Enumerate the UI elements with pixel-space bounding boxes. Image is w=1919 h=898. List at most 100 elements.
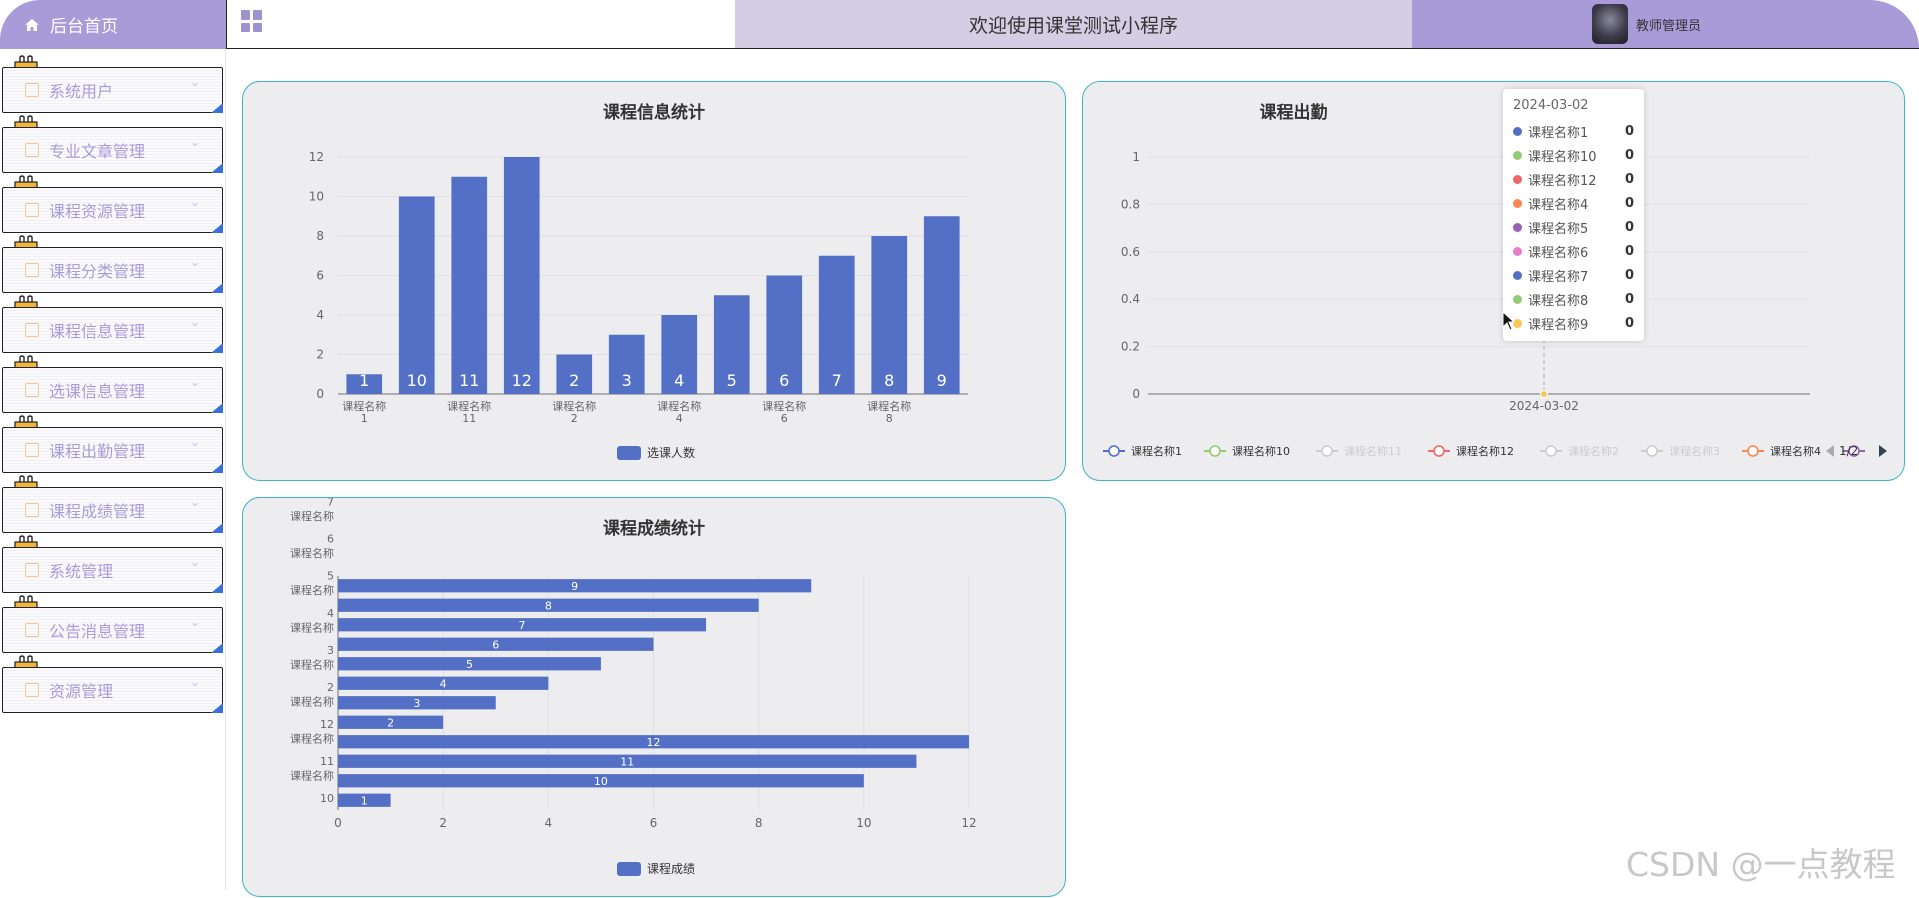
bar-data-label: 6 xyxy=(779,371,789,390)
x-tick-label: 0 xyxy=(334,816,342,830)
x-tick-label: 2024-03-02 xyxy=(1509,399,1579,413)
bar-data-label: 9 xyxy=(937,371,947,390)
tooltip-row: 课程名称8 0 xyxy=(1513,287,1634,311)
bar-data-label: 4 xyxy=(674,371,684,390)
chevron-down-icon: ⌄ xyxy=(189,495,200,509)
grid-menu-icon[interactable] xyxy=(241,10,263,32)
y-tick-label: 课程名称 xyxy=(290,546,334,560)
y-tick-label: 0.2 xyxy=(1121,340,1140,354)
home-label: 后台首页 xyxy=(50,17,118,37)
bar-data-label: 2 xyxy=(569,371,579,390)
bar-data-label: 4 xyxy=(440,677,447,690)
tooltip-series-name: 课程名称12 xyxy=(1528,173,1597,189)
svg-text:课程名称1: 课程名称1 xyxy=(1131,444,1182,458)
tooltip-row: 课程名称7 0 xyxy=(1513,263,1634,287)
chevron-down-icon: ⌄ xyxy=(189,75,200,89)
sidebar-item[interactable]: 专业文章管理 ⌄ xyxy=(2,127,223,173)
corner-fold xyxy=(211,403,223,413)
sidebar-item[interactable]: 课程分类管理 ⌄ xyxy=(2,247,223,293)
y-tick-label: 6 xyxy=(327,533,334,546)
home-icon xyxy=(25,18,39,31)
svg-text:课程名称12: 课程名称12 xyxy=(1456,444,1514,458)
legend-item: 课程名称10 xyxy=(1204,444,1290,458)
sidebar: 系统用户 ⌄ 专业文章管理 ⌄ 课程资源管理 ⌄ 课程分类管理 ⌄ 课程信息管理 ⌄ 选课信息管理 ⌄… xyxy=(0,49,226,890)
tooltip-row: 课程名称10 0 xyxy=(1513,143,1634,167)
sidebar-item[interactable]: 课程资源管理 ⌄ xyxy=(2,187,223,233)
sidebar-item-label: 公告消息管理 xyxy=(49,622,146,641)
sidebar-item-label: 系统用户 xyxy=(49,82,114,101)
x-tick-label-sub: 11 xyxy=(462,412,476,425)
sidebar-item-label: 课程资源管理 xyxy=(49,202,146,221)
tooltip-series-name: 课程名称7 xyxy=(1528,269,1589,285)
bar-data-label: 1 xyxy=(359,371,369,390)
x-tick-label-sub: 4 xyxy=(676,412,683,425)
chart-tooltip: 2024-03-02 课程名称1 0 课程名称10 0 课程名称12 0 课程名称4 0 课程名… xyxy=(1503,89,1644,341)
svg-text:课程名称10: 课程名称10 xyxy=(1232,444,1290,458)
x-tick-label: 课程名称 xyxy=(762,399,806,413)
shield-icon xyxy=(25,683,39,697)
y-tick-label: 11 xyxy=(320,755,334,768)
series-dot-icon xyxy=(1513,126,1522,136)
tooltip-date: 2024-03-02 xyxy=(1513,98,1589,113)
sidebar-item[interactable]: 选课信息管理 ⌄ xyxy=(2,367,223,413)
x-tick-label: 2 xyxy=(439,816,447,830)
legend-swatch xyxy=(617,446,641,460)
tooltip-series-value: 0 xyxy=(1624,171,1634,187)
chevron-down-icon: ⌄ xyxy=(189,555,200,569)
bar-data-label: 3 xyxy=(413,697,420,710)
sidebar-item[interactable]: 课程信息管理 ⌄ xyxy=(2,307,223,353)
bar-data-label: 7 xyxy=(519,619,526,632)
sidebar-item[interactable]: 课程出勤管理 ⌄ xyxy=(2,427,223,473)
sidebar-item[interactable]: 公告消息管理 ⌄ xyxy=(2,607,223,653)
sidebar-item[interactable]: 课程成绩管理 ⌄ xyxy=(2,487,223,533)
corner-fold xyxy=(211,223,223,233)
y-tick-label: 0.4 xyxy=(1121,292,1140,306)
svg-text:课程名称4: 课程名称4 xyxy=(1770,444,1821,458)
x-tick-label: 4 xyxy=(545,816,553,830)
tooltip-row: 课程名称1 0 xyxy=(1513,119,1634,143)
y-tick-label: 12 xyxy=(320,718,334,731)
corner-fold xyxy=(211,523,223,533)
y-tick-label: 2 xyxy=(327,681,334,694)
legend-swatch xyxy=(617,862,641,876)
bar-data-label: 9 xyxy=(571,580,578,593)
sidebar-item[interactable]: 系统管理 ⌄ xyxy=(2,547,223,593)
tooltip-series-value: 0 xyxy=(1624,195,1634,211)
y-tick-label: 课程名称 xyxy=(290,768,334,782)
legend-item: 课程名称2 xyxy=(1540,444,1619,458)
sidebar-item-label: 专业文章管理 xyxy=(49,142,146,161)
corner-fold xyxy=(211,463,223,473)
legend-next-icon xyxy=(1879,445,1887,457)
legend-item: 课程名称1 xyxy=(1103,444,1182,458)
y-tick-label: 0 xyxy=(1132,387,1140,401)
watermark: CSDN @一点教程 xyxy=(1626,845,1896,884)
sidebar-item[interactable]: 系统用户 ⌄ xyxy=(2,67,223,113)
user-area[interactable]: 教师管理员 xyxy=(1412,0,1919,49)
series-dot-icon xyxy=(1513,222,1522,232)
bar-data-label: 7 xyxy=(832,371,842,390)
sidebar-item[interactable]: 资源管理 ⌄ xyxy=(2,667,223,713)
legend-item: 课程名称4 xyxy=(1742,444,1821,458)
chevron-down-icon: ⌄ xyxy=(189,615,200,629)
home-tab[interactable]: 后台首页 xyxy=(0,0,226,49)
x-tick-label: 课程名称 xyxy=(867,399,911,413)
legend-item: 课程名称3 xyxy=(1641,444,1720,458)
page-title: 欢迎使用课堂测试小程序 xyxy=(735,0,1412,49)
x-tick-label: 6 xyxy=(650,816,658,830)
series-dot-icon xyxy=(1513,246,1522,256)
y-tick-label: 10 xyxy=(309,190,324,204)
bar-data-label: 10 xyxy=(594,775,608,788)
bar-data-label: 12 xyxy=(647,736,661,749)
x-tick-label: 课程名称 xyxy=(552,399,596,413)
y-tick-label: 7 xyxy=(327,498,334,509)
corner-fold xyxy=(211,343,223,353)
sidebar-item-label: 资源管理 xyxy=(49,682,114,701)
tooltip-series-value: 0 xyxy=(1624,315,1634,331)
tooltip-series-value: 0 xyxy=(1624,219,1634,235)
series-dot-icon xyxy=(1513,150,1522,160)
x-tick-label: 课程名称 xyxy=(447,399,491,413)
user-icon xyxy=(25,83,39,97)
info-icon xyxy=(25,623,39,637)
avatar[interactable] xyxy=(1592,4,1628,44)
tooltip-row: 课程名称5 0 xyxy=(1513,215,1634,239)
